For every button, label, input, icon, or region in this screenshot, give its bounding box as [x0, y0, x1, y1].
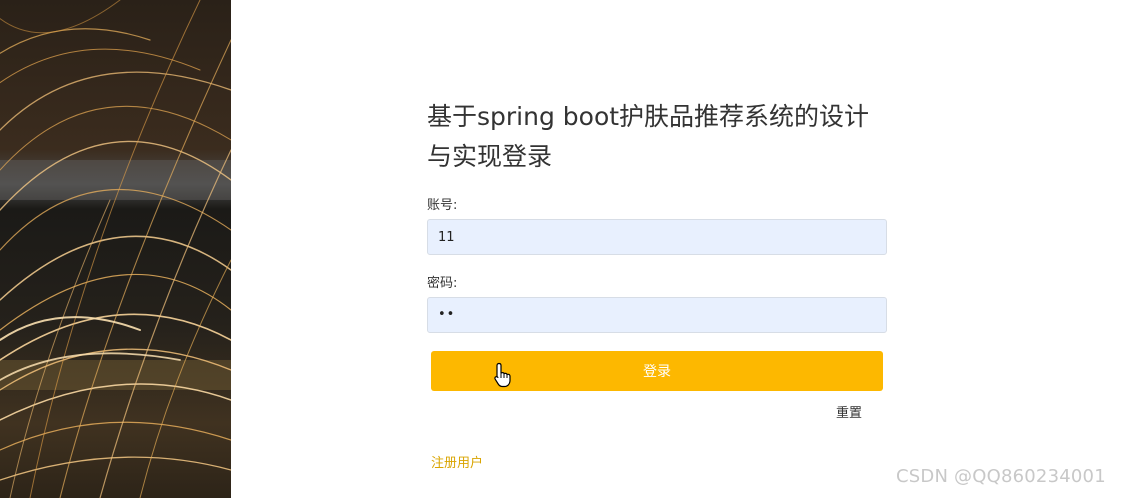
reset-link[interactable]: 重置 — [836, 402, 862, 421]
csdn-watermark: CSDN @QQ860234001 — [896, 466, 1106, 487]
account-label: 账号: — [427, 198, 458, 213]
page-title: 基于spring boot护肤品推荐系统的设计与实现登录 — [427, 102, 870, 171]
password-input[interactable]: •• — [427, 297, 887, 333]
sparks-illustration — [0, 0, 231, 498]
register-user-link[interactable]: 注册用户 — [431, 452, 483, 471]
password-label: 密码: — [427, 276, 458, 291]
account-input[interactable] — [427, 219, 887, 255]
hero-image-sparks — [0, 0, 231, 498]
hand-pointer-cursor-icon — [494, 362, 511, 388]
